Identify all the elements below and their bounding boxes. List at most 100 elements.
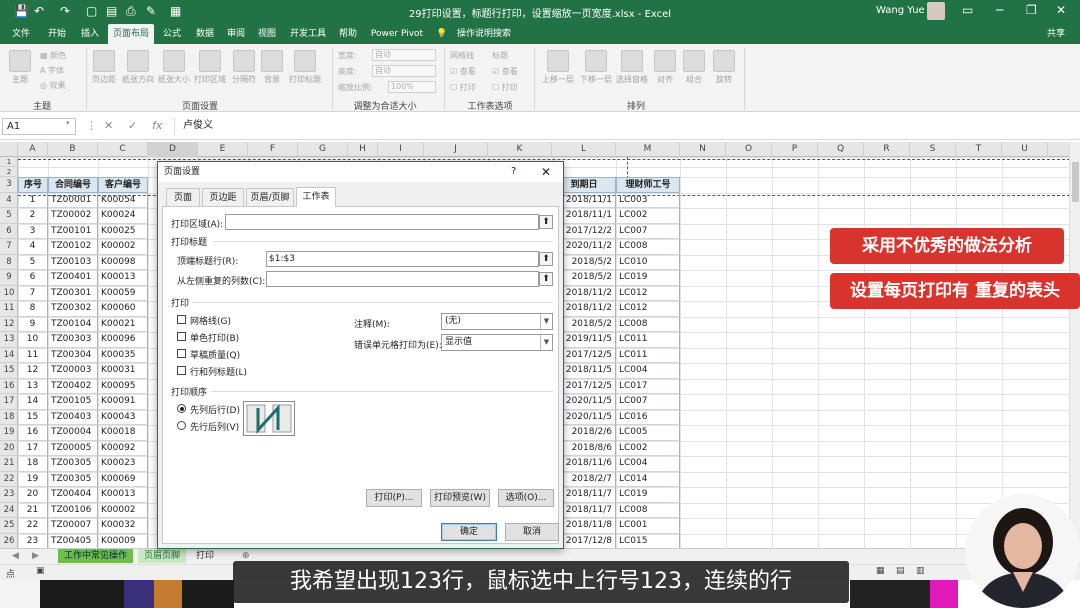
row-header-8[interactable]: 8 (0, 255, 18, 270)
table-cell[interactable]: K00091 (98, 394, 148, 410)
dialog-tab-margins[interactable]: 页边距 (202, 188, 244, 206)
normal-view-icon[interactable]: ▦ (876, 566, 885, 576)
table-cell[interactable]: 17 (18, 440, 48, 456)
send-backward-button[interactable]: 下移一层 (578, 50, 614, 85)
table-cell[interactable]: LC007 (616, 223, 680, 239)
column-header-d[interactable]: D (148, 142, 198, 157)
column-header-r[interactable]: R (864, 142, 910, 157)
table-cell[interactable]: K00095 (98, 378, 148, 394)
table-header-cell[interactable]: 序号 (18, 177, 48, 193)
table-cell[interactable]: LC005 (616, 425, 680, 441)
row-header-18[interactable]: 18 (0, 410, 18, 425)
black-white-checkbox[interactable] (177, 332, 186, 341)
table-cell[interactable]: 3 (18, 223, 48, 239)
table-cell[interactable]: LC008 (616, 316, 680, 332)
restore-icon[interactable]: ❐ (1026, 3, 1037, 17)
table-cell[interactable]: K00009 (98, 533, 148, 548)
dialog-tab-page[interactable]: 页面 (166, 188, 200, 206)
tell-me-search[interactable]: 操作说明搜索 (452, 24, 516, 44)
row-header-10[interactable]: 10 (0, 286, 18, 301)
row-header-7[interactable]: 7 (0, 239, 18, 255)
table-cell[interactable]: 20 (18, 487, 48, 503)
column-header-t[interactable]: T (956, 142, 1002, 157)
ok-button[interactable]: 确定 (441, 523, 497, 541)
row-header-9[interactable]: 9 (0, 270, 18, 286)
table-cell[interactable]: LC004 (616, 363, 680, 379)
comments-select[interactable]: (无) ▼ (441, 313, 553, 330)
table-cell[interactable]: 8 (18, 301, 48, 317)
table-cell[interactable]: 6 (18, 270, 48, 286)
function-icon[interactable]: fx (152, 119, 162, 132)
table-cell[interactable]: K00013 (98, 270, 148, 286)
table-cell[interactable]: 10 (18, 332, 48, 348)
group-button[interactable]: 组合 (682, 50, 706, 85)
tab-formulas[interactable]: 公式 (156, 24, 188, 44)
row-header-22[interactable]: 22 (0, 472, 18, 487)
table-cell[interactable]: 5 (18, 254, 48, 270)
print-preview-button[interactable]: 打印预览(W) (430, 489, 490, 507)
width-select[interactable]: 自动 (372, 49, 436, 61)
table-cell[interactable]: 16 (18, 425, 48, 441)
cancel-button[interactable]: 取消 (505, 523, 559, 541)
table-cell[interactable]: TZ00303 (48, 332, 98, 348)
print-titles-button[interactable]: 打印标题 (287, 50, 323, 85)
table-cell[interactable]: K00031 (98, 363, 148, 379)
table-cell[interactable]: 9 (18, 316, 48, 332)
row-header-19[interactable]: 19 (0, 425, 18, 441)
table-cell[interactable]: 11 (18, 347, 48, 363)
sheet-tab-header-footer[interactable]: 页眉页脚 (138, 549, 187, 563)
tab-power-pivot[interactable]: Power Pivot (366, 24, 428, 44)
table-cell[interactable]: K00043 (98, 409, 148, 425)
row-header-2[interactable]: 2 (0, 167, 18, 177)
rotate-button[interactable]: 旋转 (712, 50, 736, 85)
table-cell[interactable]: TZ00305 (48, 456, 98, 472)
macro-record-icon[interactable]: ▣ (36, 566, 45, 576)
column-header-n[interactable]: N (680, 142, 726, 157)
column-header-p[interactable]: P (772, 142, 818, 157)
table-cell[interactable]: LC001 (616, 518, 680, 534)
table-cell[interactable]: LC012 (616, 285, 680, 301)
page-break-view-icon[interactable]: ▥ (916, 566, 925, 576)
share-button[interactable]: 共享 (1036, 24, 1076, 44)
breaks-button[interactable]: 分隔符 (230, 50, 258, 85)
table-cell[interactable]: LC003 (616, 192, 680, 208)
table-cell[interactable]: LC017 (616, 378, 680, 394)
options-button[interactable]: 选项(O)... (498, 489, 554, 507)
table-cell[interactable]: TZ00105 (48, 394, 98, 410)
table-cell[interactable]: TZ00103 (48, 254, 98, 270)
table-cell[interactable]: LC010 (616, 254, 680, 270)
height-select[interactable]: 自动 (372, 65, 436, 77)
table-cell[interactable]: 15 (18, 409, 48, 425)
close-window-icon[interactable]: ✕ (1056, 3, 1066, 17)
table-cell[interactable]: K00059 (98, 285, 148, 301)
table-cell[interactable]: TZ00305 (48, 471, 98, 487)
column-header-e[interactable]: E (198, 142, 248, 157)
table-cell[interactable]: 1 (18, 192, 48, 208)
row-header-21[interactable]: 21 (0, 456, 18, 472)
row-header-20[interactable]: 20 (0, 441, 18, 456)
gridlines-checkbox[interactable] (177, 315, 186, 324)
collapse-dialog-icon[interactable]: ⬆ (539, 272, 553, 286)
table-cell[interactable]: K00013 (98, 487, 148, 503)
row-header-5[interactable]: 5 (0, 208, 18, 224)
print-button[interactable]: 打印(P)... (366, 489, 422, 507)
column-header-o[interactable]: O (726, 142, 772, 157)
over-then-down-radio[interactable] (177, 421, 186, 430)
print-area-input[interactable] (225, 214, 539, 230)
table-cell[interactable]: K00069 (98, 471, 148, 487)
table-cell[interactable]: K00018 (98, 425, 148, 441)
rows-repeat-input[interactable]: $1:$3 (266, 251, 539, 267)
orientation-button[interactable]: 纸张方向 (120, 50, 156, 85)
table-cell[interactable]: TZ00302 (48, 301, 98, 317)
table-cell[interactable]: TZ00102 (48, 239, 98, 255)
help-icon[interactable]: ? (511, 162, 516, 182)
table-cell[interactable]: LC019 (616, 487, 680, 503)
table-cell[interactable]: TZ00002 (48, 208, 98, 224)
table-cell[interactable]: K00098 (98, 254, 148, 270)
table-cell[interactable]: K00096 (98, 332, 148, 348)
table-cell[interactable]: 22 (18, 518, 48, 534)
column-header-i[interactable]: I (378, 142, 424, 157)
draft-quality-checkbox[interactable] (177, 349, 186, 358)
row-header-16[interactable]: 16 (0, 379, 18, 394)
name-box[interactable]: A1 (2, 118, 76, 135)
